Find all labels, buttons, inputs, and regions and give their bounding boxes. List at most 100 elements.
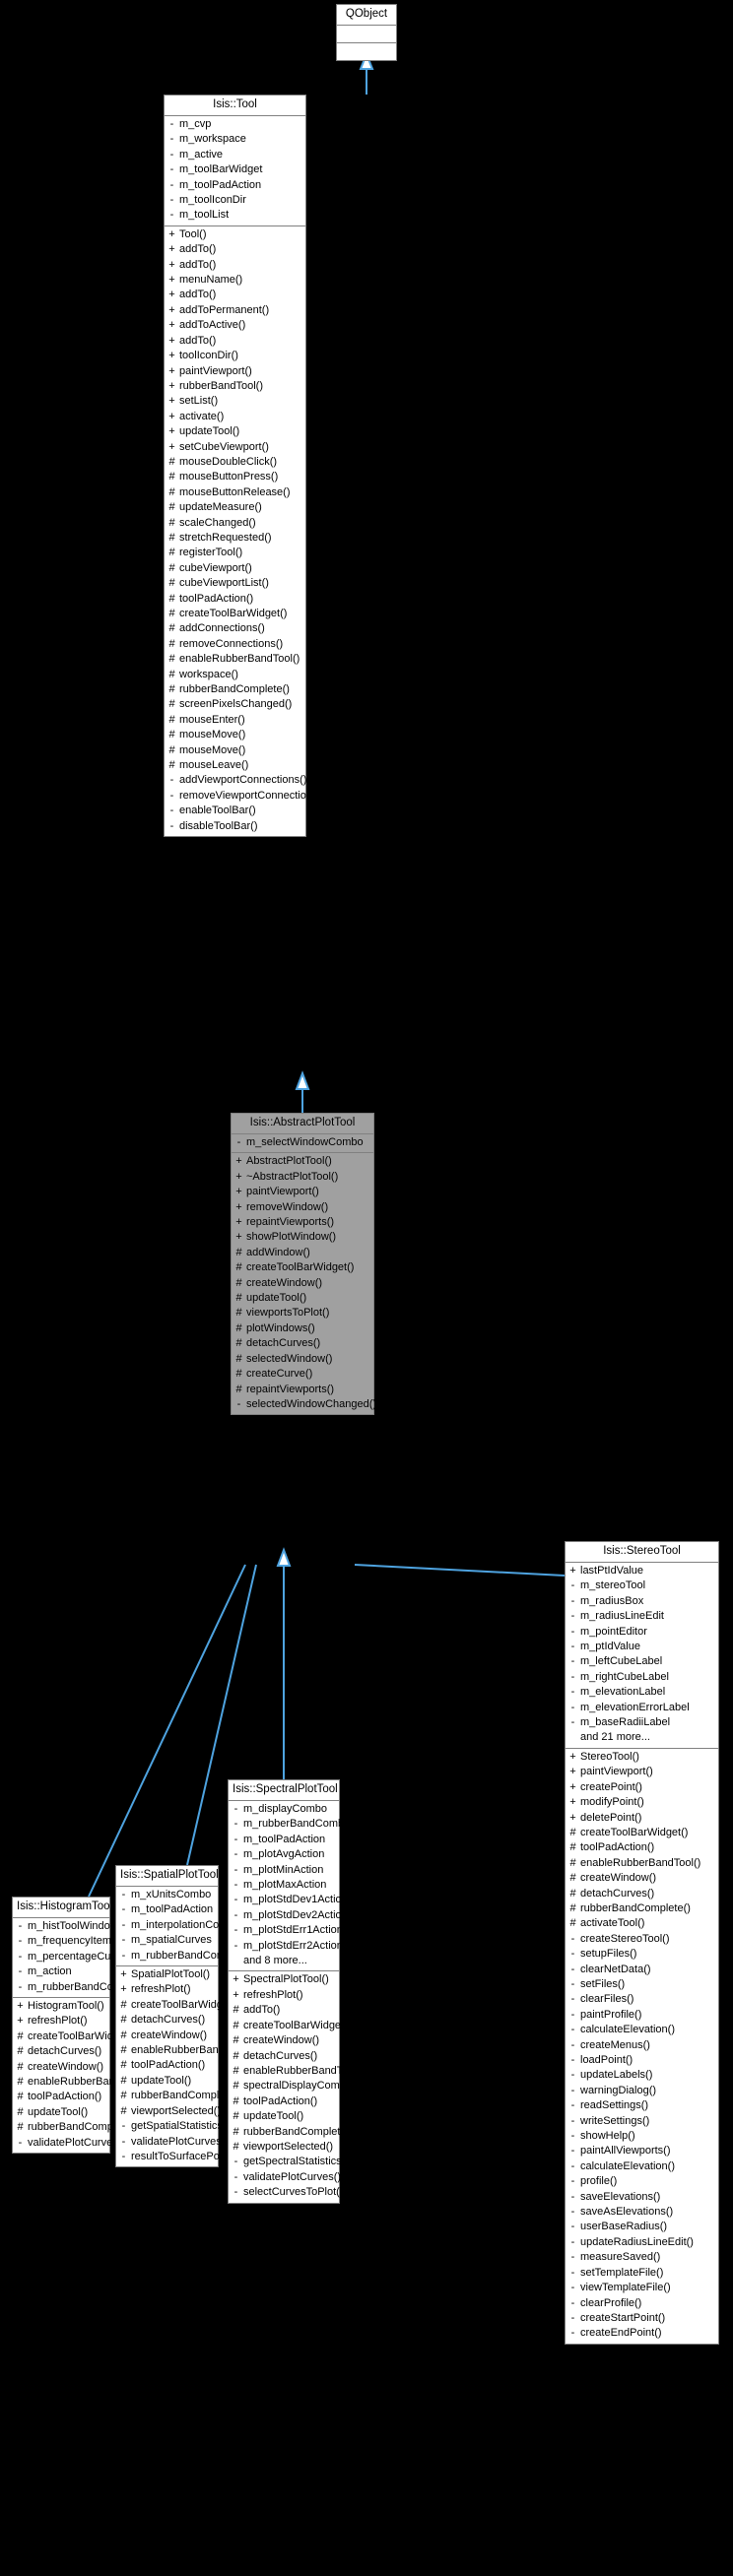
method-row: # viewportsToPlot() <box>232 1306 373 1320</box>
edge-stereotool-abstractplottool <box>354 1564 566 1577</box>
visibility-marker: - <box>570 2008 575 2021</box>
visibility-marker: - <box>233 2186 238 2199</box>
visibility-marker: + <box>168 395 175 408</box>
visibility-marker: - <box>233 1863 238 1876</box>
method-name: HistogramTool() <box>28 2000 104 2013</box>
method-name: enableRubberBandTool() <box>580 1856 701 1869</box>
visibility-marker: # <box>233 2064 239 2077</box>
method-name: clearProfile() <box>580 2296 642 2309</box>
visibility-marker: # <box>233 2080 239 2093</box>
method-row: # updateTool() <box>229 2109 339 2124</box>
methods-compartment: + AbstractPlotTool() + ~AbstractPlotTool() +… <box>232 1153 376 1414</box>
method-row: + deletePoint() <box>566 1811 718 1826</box>
attribute-row: - m_stereoTool <box>566 1578 718 1593</box>
method-row: + modifyPoint() <box>566 1795 718 1810</box>
method-row: + ~AbstractPlotTool() <box>232 1170 373 1185</box>
visibility-marker: - <box>570 2251 575 2264</box>
method-name: rubberBandTool() <box>179 379 263 392</box>
method-row: + showPlotWindow() <box>232 1230 373 1245</box>
visibility-marker: + <box>168 289 175 301</box>
method-name: createToolBarWidget() <box>246 1261 355 1274</box>
visibility-marker: + <box>235 1200 242 1213</box>
attribute-name: m_workspace <box>179 133 246 146</box>
class-title: Isis::HistogramTool <box>13 1898 112 1918</box>
attribute-name: m_spatialCurves <box>131 1934 212 1947</box>
method-name: toolPadAction() <box>131 2059 206 2072</box>
attribute-name: m_plotStdDev2Action <box>243 1908 348 1921</box>
method-name: refreshPlot() <box>243 1988 303 2001</box>
attribute-name: m_histToolWindow <box>28 1920 118 1932</box>
method-row: # updateTool() <box>232 1291 373 1306</box>
visibility-marker: # <box>17 2029 24 2042</box>
visibility-marker: - <box>169 789 174 802</box>
visibility-marker: - <box>570 2282 575 2294</box>
attribute-row: - m_toolPadAction <box>229 1833 339 1847</box>
class-node-qobject[interactable]: QObject <box>336 4 397 61</box>
visibility-marker: # <box>168 561 175 574</box>
class-node-spectralplottool[interactable]: Isis::SpectralPlotTool - m_displayCombo - m_… <box>228 1779 364 2204</box>
attribute-name: m_leftCubeLabel <box>580 1655 663 1668</box>
attribute-row: - m_interpolationCombo <box>116 1918 240 1933</box>
method-row: # repaintViewports() <box>232 1383 373 1397</box>
method-row: # rubberBandComplete() <box>566 1901 718 1916</box>
method-row: # toolPadAction() <box>13 2090 109 2104</box>
visibility-marker: - <box>570 2099 575 2112</box>
class-node-tool[interactable]: Isis::Tool - m_cvp - m_workspace - m_active - m_… <box>164 95 325 838</box>
method-name: disableToolBar() <box>179 819 258 832</box>
method-name: createToolBarWidget() <box>243 2019 352 2031</box>
visibility-marker: # <box>17 2060 24 2073</box>
method-name: createCurve() <box>246 1368 313 1381</box>
attribute-name: m_elevationLabel <box>580 1686 666 1699</box>
class-node-abstractplottool[interactable]: Isis::AbstractPlotTool - m_selectWindowCom… <box>231 1113 376 1416</box>
method-row: # mouseDoubleClick() <box>165 455 305 470</box>
class-node-histogramtool[interactable]: Isis::HistogramTool - m_histToolWindow - m_f… <box>12 1897 148 2155</box>
attribute-name: m_rubberBandCombo <box>131 1949 238 1962</box>
visibility-marker: + <box>17 2000 24 2013</box>
method-row: # mouseMove() <box>165 728 305 742</box>
method-name: saveAsElevations() <box>580 2206 674 2219</box>
method-name: getSpatialStatistics() <box>131 2120 231 2133</box>
attribute-row: - m_histToolWindow <box>13 1919 118 1934</box>
attribute-row: - m_plotMaxAction <box>229 1878 339 1893</box>
method-name: createMenus() <box>580 2038 650 2051</box>
method-row: - calculateElevation() <box>566 2023 718 2037</box>
method-row: # cubeViewport() <box>165 561 305 576</box>
empty-compartment <box>337 26 396 43</box>
method-row: + paintViewport() <box>165 364 305 379</box>
method-row: # createWindow() <box>229 2033 339 2048</box>
visibility-marker: - <box>570 2235 575 2248</box>
visibility-marker: + <box>569 1811 576 1824</box>
method-name: toolPadAction() <box>28 2091 102 2103</box>
method-name: mouseLeave() <box>179 759 249 772</box>
method-row: # mouseEnter() <box>165 713 305 728</box>
visibility-marker: - <box>570 1963 575 1975</box>
method-row: # createCurve() <box>232 1367 373 1382</box>
method-row: # updateMeasure() <box>165 500 305 515</box>
visibility-marker: - <box>570 2266 575 2279</box>
visibility-marker: - <box>570 2114 575 2127</box>
method-name: detachCurves() <box>243 2049 318 2062</box>
attribute-row: - m_pointEditor <box>566 1625 718 1640</box>
methods-compartment: + StereoTool() + paintViewport() + createPoin… <box>566 1749 718 2344</box>
class-node-spatialplottool[interactable]: Isis::SpatialPlotTool - m_xUnitsCombo - m_to… <box>115 1865 251 2168</box>
method-name: clearNetData() <box>580 1963 651 1975</box>
visibility-marker: - <box>570 1655 575 1668</box>
method-row: # plotWindows() <box>232 1321 373 1336</box>
method-row: # toolPadAction() <box>566 1840 718 1855</box>
visibility-marker: # <box>569 1872 576 1885</box>
visibility-marker: # <box>235 1368 242 1381</box>
method-name: selectCurvesToPlot() <box>243 2186 344 2199</box>
method-name: removeViewportConnections() <box>179 789 325 802</box>
attribute-row: - m_toolPadAction <box>165 178 305 193</box>
method-name: rubberBandComplete() <box>131 2090 241 2102</box>
visibility-marker: # <box>168 759 175 772</box>
method-name: createToolBarWidget() <box>179 608 288 619</box>
method-row: - writeSettings() <box>566 2114 718 2129</box>
method-row: # rubberBandComplete() <box>229 2125 353 2140</box>
arrowhead-tool <box>295 1070 310 1090</box>
method-row: - loadPoint() <box>566 2053 718 2068</box>
class-node-stereotool[interactable]: Isis::StereoTool + lastPtIdValue - m_stereoT… <box>565 1541 719 2345</box>
method-name: paintViewport() <box>179 364 252 377</box>
attribute-name: m_active <box>179 148 224 161</box>
visibility-marker: # <box>168 531 175 544</box>
